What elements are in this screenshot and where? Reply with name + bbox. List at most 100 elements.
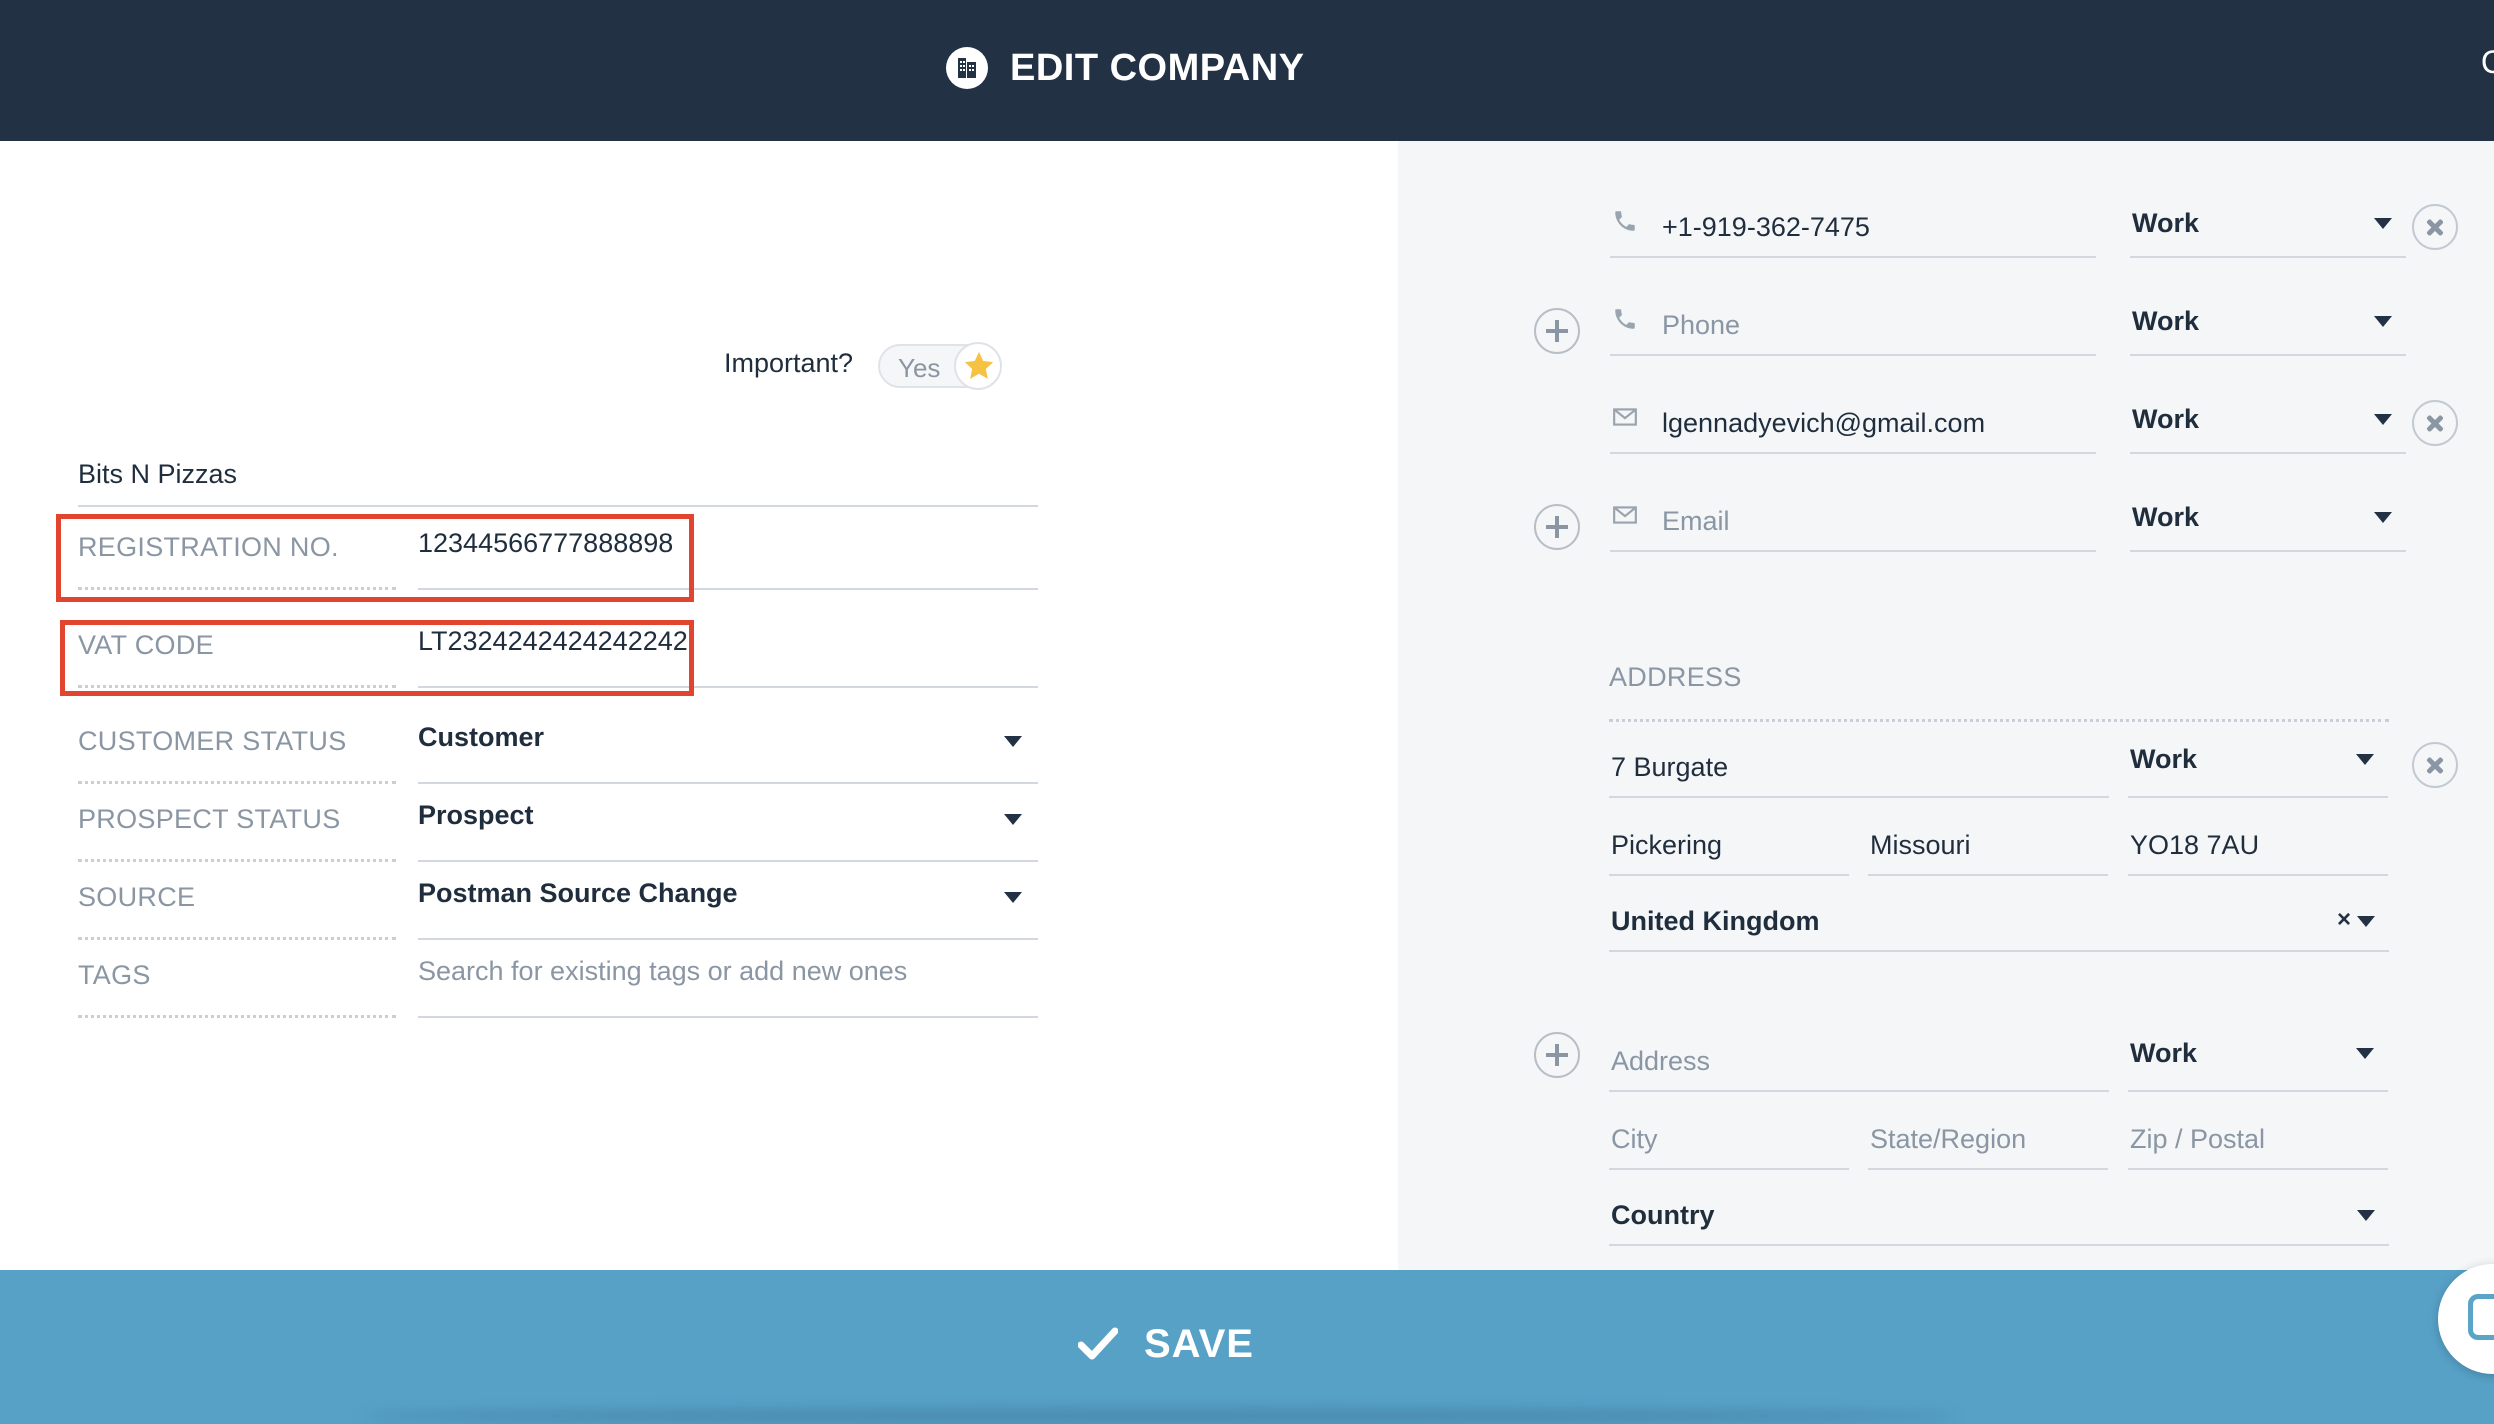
- prospect-status-label: PROSPECT STATUS: [78, 792, 396, 862]
- address-zip-value: YO18 7AU: [2130, 830, 2260, 860]
- chevron-down-icon: [2374, 218, 2392, 229]
- company-details-panel: [0, 141, 1398, 1270]
- phone-field-1[interactable]: +1-919-362-7475: [1610, 168, 2096, 258]
- address-heading: ADDRESS: [1609, 662, 2389, 722]
- email-value-1: lgennadyevich@gmail.com: [1662, 408, 1986, 438]
- header-title-group: EDIT COMPANY: [946, 38, 1305, 98]
- email-type-select-1[interactable]: Work: [2130, 364, 2406, 454]
- phone-row-new: Phone Work: [1534, 266, 2406, 356]
- customer-status-value: Customer: [418, 722, 545, 752]
- header-right-truncated[interactable]: C: [2481, 44, 2494, 81]
- email-field-1[interactable]: lgennadyevich@gmail.com: [1610, 364, 2096, 454]
- new-address-zip-input[interactable]: Zip / Postal: [2128, 1104, 2388, 1170]
- address-city-input[interactable]: Pickering: [1609, 810, 1849, 876]
- email-type-value-1: Work: [2132, 404, 2200, 434]
- email-type-value-new: Work: [2132, 502, 2200, 532]
- email-placeholder: Email: [1662, 506, 1730, 536]
- add-address-button[interactable]: [1534, 1032, 1580, 1078]
- address-state-input[interactable]: Missouri: [1868, 810, 2108, 876]
- email-field-new[interactable]: Email: [1610, 462, 2096, 552]
- new-address-type-select[interactable]: Work: [2128, 1018, 2388, 1092]
- important-toggle[interactable]: Yes: [878, 342, 1002, 390]
- chevron-down-icon: [2357, 916, 2375, 927]
- chevron-down-icon: [2357, 1210, 2375, 1221]
- new-address-zip-placeholder: Zip / Postal: [2130, 1124, 2266, 1154]
- prospect-status-select[interactable]: Prospect: [418, 792, 1038, 862]
- prospect-status-row: PROSPECT STATUS Prospect: [78, 792, 1038, 862]
- clear-country-icon[interactable]: ×: [2337, 906, 2351, 934]
- chevron-down-icon: [1004, 736, 1022, 747]
- remove-address-button[interactable]: [2412, 742, 2458, 788]
- new-address-state-input[interactable]: State/Region: [1868, 1104, 2108, 1170]
- customer-status-label: CUSTOMER STATUS: [78, 714, 396, 784]
- address-zip-input[interactable]: YO18 7AU: [2128, 810, 2388, 876]
- address-street-input[interactable]: 7 Burgate: [1609, 732, 2109, 798]
- phone-placeholder: Phone: [1662, 310, 1741, 340]
- email-type-select-new[interactable]: Work: [2130, 462, 2406, 552]
- new-address-placeholder: Address: [1611, 1046, 1711, 1076]
- add-email-button[interactable]: [1534, 504, 1580, 550]
- email-icon: [1613, 506, 1637, 524]
- chevron-down-icon: [2374, 512, 2392, 523]
- star-icon: [964, 351, 994, 379]
- remove-email-button[interactable]: [2412, 400, 2458, 446]
- source-select[interactable]: Postman Source Change: [418, 870, 1038, 940]
- new-address-city-placeholder: City: [1611, 1124, 1658, 1154]
- tags-label: TAGS: [78, 948, 396, 1018]
- company-name-input[interactable]: Bits N Pizzas: [78, 455, 1038, 507]
- toggle-knob[interactable]: [954, 342, 1002, 390]
- toggle-text: Yes: [898, 353, 941, 383]
- phone-type-value-new: Work: [2132, 306, 2200, 336]
- email-icon: [1613, 408, 1637, 426]
- phone-value-1: +1-919-362-7475: [1662, 212, 1870, 242]
- tags-row: TAGS Search for existing tags or add new…: [78, 948, 1038, 1018]
- tags-input[interactable]: Search for existing tags or add new ones: [418, 948, 1038, 1018]
- page-title: EDIT COMPANY: [1010, 46, 1305, 89]
- save-bar: SAVE: [0, 1270, 2494, 1424]
- remove-phone-button[interactable]: [2412, 204, 2458, 250]
- phone-type-select-new[interactable]: Work: [2130, 266, 2406, 356]
- phone-icon: [1615, 211, 1635, 231]
- new-address-country-placeholder: Country: [1611, 1200, 1715, 1230]
- important-label: Important?: [724, 348, 854, 378]
- address-street-value: 7 Burgate: [1611, 752, 1729, 782]
- address-city-value: Pickering: [1611, 830, 1723, 860]
- chevron-down-icon: [2374, 414, 2392, 425]
- vat-highlight: [60, 620, 694, 696]
- new-address-type-value: Work: [2130, 1038, 2198, 1068]
- address-country-value: United Kingdom: [1611, 906, 1820, 936]
- new-address-state-placeholder: State/Region: [1870, 1124, 2027, 1154]
- save-label: SAVE: [1144, 1321, 1254, 1366]
- email-row-new: Email Work: [1534, 462, 2406, 552]
- customer-status-select[interactable]: Customer: [418, 714, 1038, 784]
- add-phone-button[interactable]: [1534, 308, 1580, 354]
- new-address-country-select[interactable]: Country: [1609, 1180, 2389, 1246]
- source-row: SOURCE Postman Source Change: [78, 870, 1038, 940]
- check-icon: [1078, 1327, 1118, 1360]
- source-value: Postman Source Change: [418, 878, 738, 908]
- chevron-down-icon: [1004, 814, 1022, 825]
- phone-type-select-1[interactable]: Work: [2130, 168, 2406, 258]
- chevron-down-icon: [1004, 892, 1022, 903]
- email-row-1: lgennadyevich@gmail.com Work: [1534, 364, 2406, 454]
- phone-row-1: +1-919-362-7475 Work: [1534, 168, 2406, 258]
- address-type-select[interactable]: Work: [2128, 724, 2388, 798]
- chevron-down-icon: [2374, 316, 2392, 327]
- customer-status-row: CUSTOMER STATUS Customer: [78, 714, 1038, 784]
- chevron-down-icon: [2356, 754, 2374, 765]
- address-type-value: Work: [2130, 744, 2198, 774]
- phone-field-new[interactable]: Phone: [1610, 266, 2096, 356]
- source-label: SOURCE: [78, 870, 396, 940]
- prospect-status-value: Prospect: [418, 800, 534, 830]
- chevron-down-icon: [2356, 1048, 2374, 1059]
- address-country-select[interactable]: United Kingdom ×: [1609, 886, 2389, 952]
- top-bar: EDIT COMPANY C: [0, 0, 2494, 141]
- footer-shadow: [360, 1408, 1960, 1424]
- new-address-street-input[interactable]: Address: [1609, 1026, 2109, 1092]
- building-icon: [946, 47, 988, 89]
- phone-type-value-1: Work: [2132, 208, 2200, 238]
- save-button[interactable]: SAVE: [1078, 1314, 1254, 1374]
- address-state-value: Missouri: [1870, 830, 1971, 860]
- new-address-city-input[interactable]: City: [1609, 1104, 1849, 1170]
- phone-icon: [1615, 309, 1635, 329]
